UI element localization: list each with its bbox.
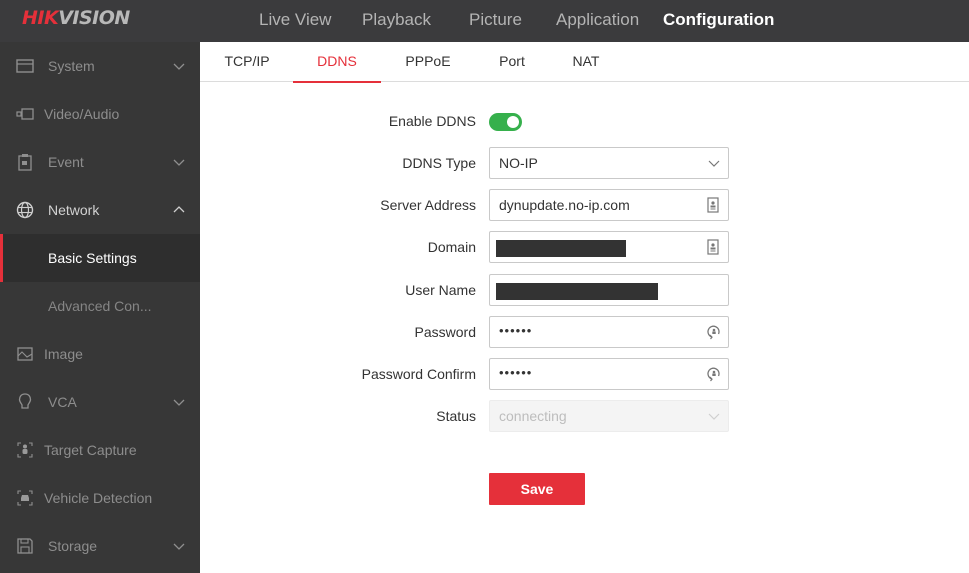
server-address-value: dynupdate.no-ip.com [499, 197, 630, 213]
tab-port[interactable]: Port [494, 42, 530, 82]
chevron-down-icon [707, 409, 721, 426]
password-visibility-icon[interactable] [707, 366, 721, 383]
chevron-up-icon[interactable] [172, 203, 186, 217]
sidebar-item-label: Advanced Con... [48, 298, 152, 314]
sidebar-item-label: Basic Settings [48, 250, 137, 266]
sidebar-item-label: Video/Audio [44, 106, 120, 122]
domain-label: Domain [427, 239, 476, 255]
tab-pppoe[interactable]: PPPoE [402, 42, 454, 82]
sidebar-item-label: Event [48, 154, 84, 170]
tab-ddns[interactable]: DDNS [293, 42, 381, 83]
chevron-down-icon[interactable] [172, 539, 186, 553]
sidebar-item-advanced-configuration[interactable]: Advanced Con... [0, 282, 200, 330]
redacted-value [496, 283, 658, 300]
hikvision-logo: HIKVISION [22, 7, 130, 29]
nav-picture[interactable]: Picture [469, 0, 522, 42]
video-audio-icon [16, 105, 34, 123]
sidebar-item-event[interactable]: Event [0, 138, 200, 186]
password-confirm-input[interactable]: •••••• [489, 358, 729, 390]
vehicle-icon [16, 489, 34, 507]
floppy-disk-icon [16, 537, 34, 555]
password-input[interactable]: •••••• [489, 316, 729, 348]
nav-playback[interactable]: Playback [362, 0, 431, 42]
network-tabs: TCP/IP DDNS PPPoE Port NAT [200, 42, 969, 83]
sidebar-item-label: Target Capture [44, 442, 137, 458]
sidebar-item-label: System [48, 58, 95, 74]
domain-input[interactable] [489, 231, 729, 263]
sidebar-item-system[interactable]: System [0, 42, 200, 90]
chevron-down-icon[interactable] [172, 395, 186, 409]
ddns-type-select[interactable]: NO-IP [489, 147, 729, 179]
event-icon [16, 153, 34, 171]
enable-ddns-toggle[interactable] [489, 113, 522, 131]
sidebar-item-label: Vehicle Detection [44, 490, 153, 506]
sidebar: System Video/Audio Event Network Basic S… [0, 42, 200, 573]
enable-ddns-label: Enable DDNS [388, 113, 476, 129]
ddns-type-label: DDNS Type [402, 155, 476, 171]
tab-nat[interactable]: NAT [570, 42, 602, 82]
save-button[interactable]: Save [489, 473, 585, 505]
password-label: Password [414, 324, 476, 340]
chevron-down-icon [707, 156, 721, 173]
globe-icon [16, 201, 34, 219]
status-select: connecting [489, 400, 729, 432]
password-visibility-icon[interactable] [707, 324, 721, 341]
sidebar-item-video-audio[interactable]: Video/Audio [0, 90, 200, 138]
sidebar-item-label: Network [48, 202, 100, 218]
nav-application[interactable]: Application [556, 0, 639, 42]
ddns-type-value: NO-IP [499, 155, 538, 171]
sidebar-item-target-capture[interactable]: Target Capture [0, 426, 200, 474]
system-icon [16, 57, 34, 75]
password-confirm-label: Password Confirm [361, 366, 476, 382]
chevron-down-icon[interactable] [172, 59, 186, 73]
status-value: connecting [499, 408, 567, 424]
sidebar-item-network[interactable]: Network [0, 186, 200, 234]
image-icon [16, 345, 34, 363]
sidebar-item-storage[interactable]: Storage [0, 522, 200, 570]
lightbulb-icon [16, 393, 34, 411]
target-capture-icon [16, 441, 34, 459]
status-label: Status [436, 408, 476, 424]
sidebar-item-vehicle-detection[interactable]: Vehicle Detection [0, 474, 200, 522]
tab-tcp-ip[interactable]: TCP/IP [222, 42, 272, 82]
sidebar-item-label: Image [44, 346, 83, 362]
info-card-icon[interactable] [707, 197, 721, 214]
user-name-input[interactable] [489, 274, 729, 306]
info-card-icon[interactable] [707, 239, 721, 256]
sidebar-item-image[interactable]: Image [0, 330, 200, 378]
sidebar-item-label: VCA [48, 394, 77, 410]
nav-configuration[interactable]: Configuration [663, 0, 774, 42]
sidebar-item-vca[interactable]: VCA [0, 378, 200, 426]
user-name-label: User Name [405, 282, 476, 298]
nav-live-view[interactable]: Live View [259, 0, 331, 42]
top-bar: HIKVISION Live View Playback Picture App… [0, 0, 969, 42]
sidebar-item-basic-settings[interactable]: Basic Settings [0, 234, 200, 282]
chevron-down-icon[interactable] [172, 155, 186, 169]
redacted-value [496, 240, 626, 257]
password-value: •••••• [499, 323, 533, 338]
password-confirm-value: •••••• [499, 365, 533, 380]
server-address-input[interactable]: dynupdate.no-ip.com [489, 189, 729, 221]
server-address-label: Server Address [380, 197, 476, 213]
toggle-knob [507, 116, 519, 128]
sidebar-item-label: Storage [48, 538, 98, 554]
